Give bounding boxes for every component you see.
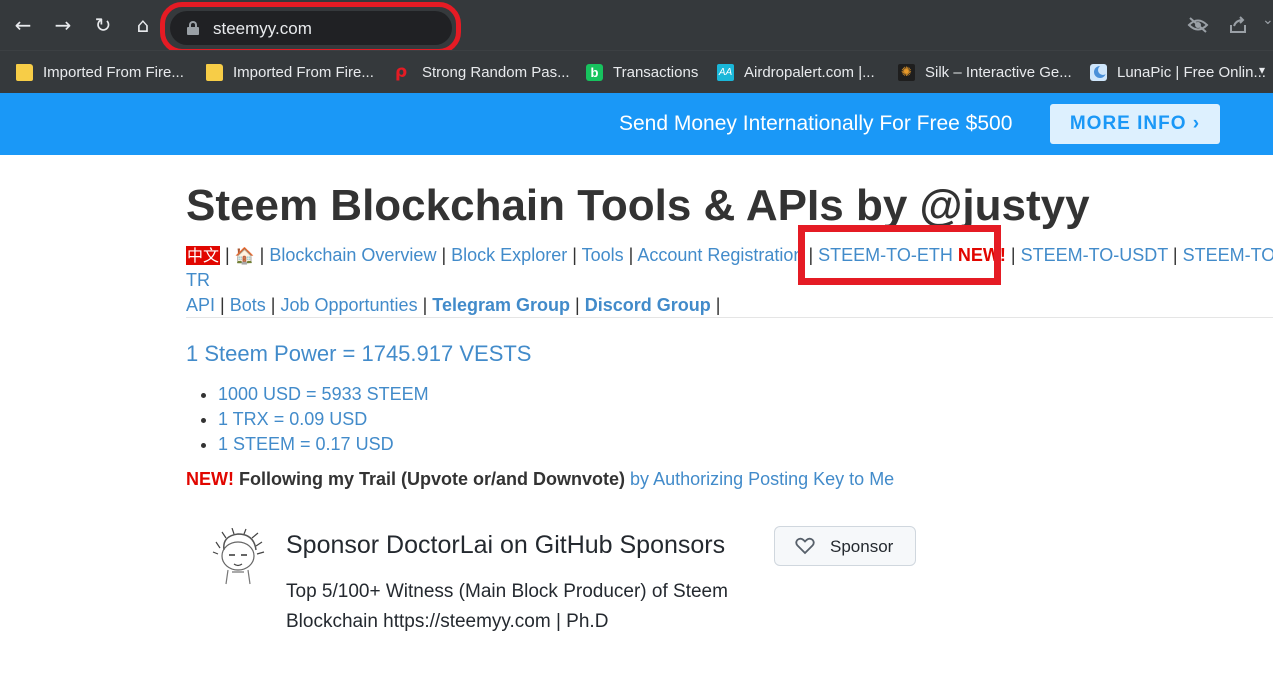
eth-highlight-annotation <box>798 225 1001 285</box>
trail-text: Following my Trail (Upvote or/and Downvo… <box>239 469 626 489</box>
heart-icon <box>795 537 815 555</box>
bookmarks-overflow-chevron-icon[interactable]: ▾ <box>1259 63 1265 77</box>
sponsor-title: Sponsor DoctorLai on GitHub Sponsors <box>286 531 726 559</box>
steem-to-usdt-link[interactable]: STEEM-TO-USDT <box>1021 245 1168 265</box>
bookmark-item[interactable]: AA Airdropalert.com |... <box>717 62 875 82</box>
account-registration-link[interactable]: Account Registration <box>637 245 803 265</box>
more-info-button[interactable]: MORE INFO › <box>1050 104 1220 144</box>
eye-off-icon[interactable] <box>1187 16 1209 34</box>
bookmark-item[interactable]: LunaPic | Free Onlin... <box>1090 62 1266 82</box>
list-item: 1 STEEM = 0.17 USD <box>218 432 429 457</box>
telegram-group-link[interactable]: Telegram Group <box>432 295 570 315</box>
back-arrow-icon[interactable]: ← <box>10 12 36 38</box>
bookmark-item[interactable]: ✺ Silk – Interactive Ge... <box>898 62 1072 82</box>
sponsor-description: Top 5/100+ Witness (Main Block Producer)… <box>286 581 728 632</box>
page-title: Steem Blockchain Tools & APIs by @justyy <box>186 181 1090 230</box>
bookmark-item[interactable]: Imported From Fire... <box>206 62 374 82</box>
reload-icon[interactable]: ↻ <box>90 12 116 38</box>
menu-chevron-icon[interactable]: ⌄ <box>1262 12 1273 28</box>
steem-power-value: 1 Steem Power = 1745.917 VESTS <box>186 341 532 366</box>
sponsor-button[interactable]: Sponsor <box>774 526 916 566</box>
home-icon[interactable]: ⌂ <box>130 12 156 38</box>
bookmark-item[interactable]: Imported From Fire... <box>16 62 184 82</box>
site-nav: 中文 | 🏠 | Blockchain Overview | Block Exp… <box>186 243 1273 318</box>
airdrop-icon: AA <box>717 63 734 81</box>
silk-icon: ✺ <box>898 63 915 81</box>
authorize-posting-key-link[interactable]: by Authorizing Posting Key to Me <box>630 469 894 489</box>
rates-list: 1000 USD = 5933 STEEM 1 TRX = 0.09 USD 1… <box>218 382 429 457</box>
block-explorer-link[interactable]: Block Explorer <box>451 245 567 265</box>
browser-toolbar: ← → ↻ ⌂ steemyy.com ⌄ <box>0 0 1273 54</box>
new-badge: NEW! <box>186 469 234 489</box>
chinese-lang-link[interactable]: 中文 <box>186 246 221 265</box>
lunapic-icon <box>1090 63 1107 81</box>
banner-text: Send Money Internationally For Free $500 <box>619 112 1013 135</box>
discord-group-link[interactable]: Discord Group <box>585 295 711 315</box>
sponsor-button-label: Sponsor <box>830 537 894 556</box>
bookmark-item[interactable]: b Transactions <box>586 62 698 82</box>
tools-link[interactable]: Tools <box>582 245 624 265</box>
bookmark-item[interactable]: ρ Strong Random Pas... <box>395 62 570 82</box>
folder-icon <box>206 63 223 81</box>
forward-arrow-icon[interactable]: → <box>50 12 76 38</box>
folder-icon <box>16 63 33 81</box>
trail-notice: NEW! Following my Trail (Upvote or/and D… <box>186 469 894 490</box>
ad-banner: Send Money Internationally For Free $500… <box>0 93 1273 155</box>
api-link[interactable]: API <box>186 295 215 315</box>
list-item: 1 TRX = 0.09 USD <box>218 407 429 432</box>
list-item: 1000 USD = 5933 STEEM <box>218 382 429 407</box>
blockchain-overview-link[interactable]: Blockchain Overview <box>269 245 436 265</box>
divider <box>186 317 1273 318</box>
key-icon: ρ <box>395 61 408 82</box>
url-highlight-annotation <box>160 2 461 54</box>
b-logo-icon: b <box>586 63 603 81</box>
bookmarks-bar: Imported From Fire... Imported From Fire… <box>0 50 1273 93</box>
bots-link[interactable]: Bots <box>230 295 266 315</box>
home-link-icon[interactable]: 🏠 <box>235 246 255 265</box>
avatar <box>212 528 265 585</box>
job-opportunities-link[interactable]: Job Opportunties <box>280 295 417 315</box>
share-icon[interactable] <box>1228 15 1248 35</box>
